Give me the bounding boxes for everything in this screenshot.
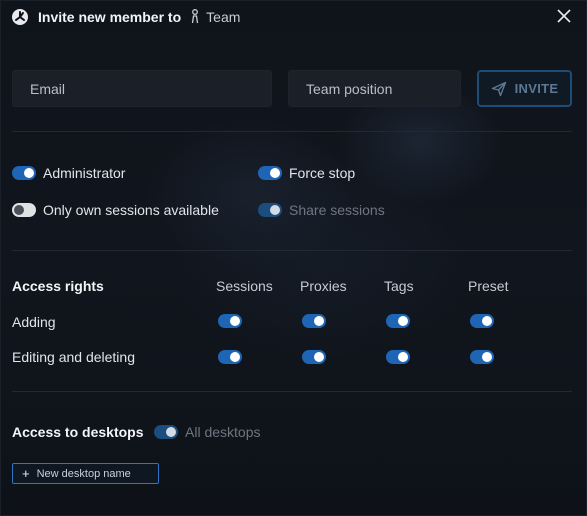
force-stop-toggle[interactable] — [258, 166, 282, 180]
editing-sessions-toggle[interactable] — [218, 350, 242, 364]
invite-button-label: INVITE — [514, 81, 559, 96]
column-header-preset: Preset — [468, 278, 509, 294]
divider — [12, 250, 572, 251]
force-stop-label: Force stop — [289, 165, 356, 181]
invite-button[interactable]: INVITE — [477, 70, 572, 107]
own-sessions-label: Only own sessions available — [43, 202, 219, 218]
administrator-toggle[interactable] — [12, 166, 36, 180]
email-input[interactable] — [12, 70, 272, 107]
column-header-proxies: Proxies — [300, 278, 347, 294]
team-figure-icon — [192, 9, 199, 24]
dialog-title: Invite new member to — [38, 9, 182, 25]
invite-member-dialog: Invite new member to Team INVITE Adminis… — [0, 0, 587, 516]
dialog-header: Invite new member to Team — [12, 8, 240, 26]
row-label-editing-deleting: Editing and deleting — [12, 349, 135, 365]
editing-tags-toggle[interactable] — [386, 350, 410, 364]
access-desktops-title: Access to desktops — [12, 424, 144, 440]
new-desktop-label: New desktop name — [36, 467, 131, 480]
team-position-input[interactable] — [288, 70, 461, 107]
adding-tags-toggle[interactable] — [386, 314, 410, 328]
share-sessions-toggle[interactable] — [258, 203, 282, 217]
team-name: Team — [206, 9, 241, 25]
divider — [12, 131, 572, 132]
divider — [12, 391, 572, 392]
adding-preset-toggle[interactable] — [470, 314, 494, 328]
access-rights-title: Access rights — [12, 278, 104, 294]
app-logo-icon — [12, 9, 28, 25]
editing-preset-toggle[interactable] — [470, 350, 494, 364]
plus-icon: + — [22, 466, 30, 481]
row-label-adding: Adding — [12, 314, 56, 330]
administrator-label: Administrator — [43, 165, 126, 181]
new-desktop-button[interactable]: + New desktop name — [12, 463, 159, 484]
close-icon[interactable] — [557, 9, 571, 23]
adding-sessions-toggle[interactable] — [218, 314, 242, 328]
editing-proxies-toggle[interactable] — [302, 350, 326, 364]
all-desktops-label: All desktops — [185, 424, 261, 440]
column-header-tags: Tags — [384, 278, 414, 294]
own-sessions-toggle[interactable] — [12, 203, 36, 217]
column-header-sessions: Sessions — [216, 278, 273, 294]
adding-proxies-toggle[interactable] — [302, 314, 326, 328]
all-desktops-toggle[interactable] — [154, 425, 178, 439]
share-sessions-label: Share sessions — [289, 202, 385, 218]
send-plane-icon — [491, 81, 506, 96]
